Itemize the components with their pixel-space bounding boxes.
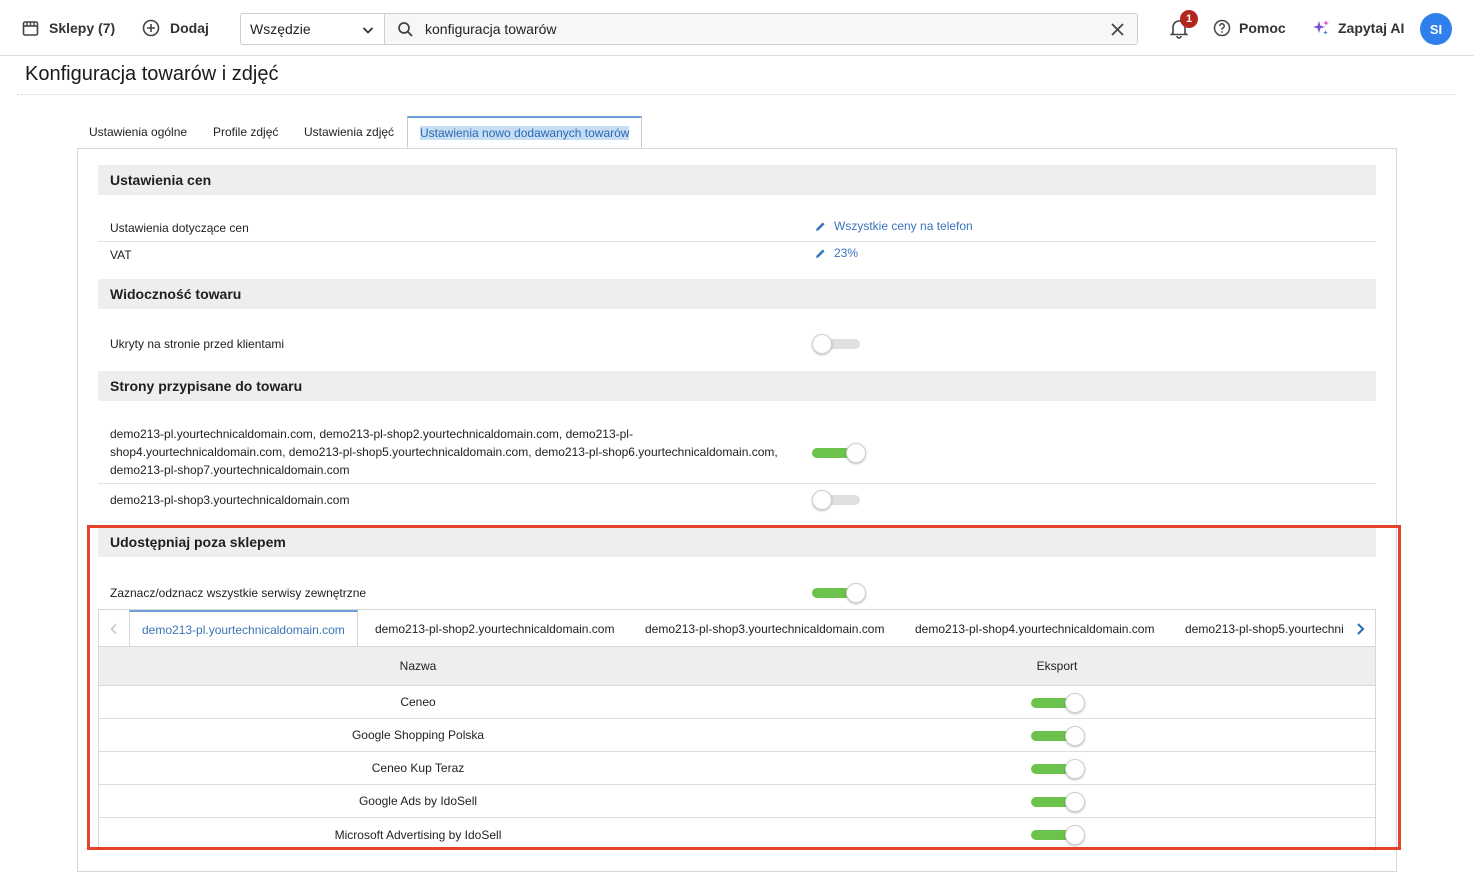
plus-circle-icon: [142, 19, 160, 37]
section-header-visibility: Widoczność towaru: [98, 279, 1376, 309]
pages-row-1-line: demo213-pl.yourtechnicaldomain.com, demo…: [110, 427, 633, 441]
shop-tab-shop3[interactable]: demo213-pl-shop3.yourtechnicaldomain.com: [645, 610, 884, 647]
shop-tab-shop5[interactable]: demo213-pl-shop5.yourtechni: [1185, 610, 1344, 647]
help-icon: [1213, 19, 1231, 37]
export-table: Nazwa Eksport Ceneo Google Shopping Pols…: [98, 646, 1376, 851]
ask-ai-label: Zapytaj AI: [1338, 20, 1405, 36]
tab-new-products-settings[interactable]: Ustawienia nowo dodawanych towarów: [407, 116, 643, 148]
table-row: Ceneo Kup Teraz: [99, 752, 1375, 785]
tab-label: Ustawienia nowo dodawanych towarów: [420, 125, 630, 140]
section-header-share: Udostępniaj poza sklepem: [98, 527, 1376, 557]
chevron-right-icon[interactable]: [1355, 622, 1365, 636]
shop-tab-label: demo213-pl.yourtechnicaldomain.com: [142, 622, 345, 637]
hidden-label: Ukryty na stronie przed klientami: [110, 337, 285, 351]
pages-row-2-toggle[interactable]: [812, 489, 862, 511]
avatar[interactable]: SI: [1420, 13, 1452, 45]
search-input[interactable]: konfiguracja towarów: [384, 13, 1138, 45]
table-row: Google Ads by IdoSell: [99, 785, 1375, 818]
toggle-knob: [1065, 825, 1085, 845]
tab-label: Ustawienia ogólne: [89, 125, 188, 139]
row-name: Google Shopping Polska: [351, 728, 485, 742]
row-divider: [98, 241, 1376, 242]
toggle-knob: [1065, 693, 1085, 713]
tab-label: Profile zdjęć: [213, 125, 279, 139]
toggle-knob: [1065, 759, 1085, 779]
title-divider: [17, 94, 1455, 95]
shop-tab-label: demo213-pl-shop3.yourtechnicaldomain.com: [645, 621, 885, 636]
vat-label: VAT: [110, 248, 132, 262]
search-value: konfiguracja towarów: [425, 21, 557, 37]
toggle-knob: [846, 583, 866, 603]
chevron-left-icon[interactable]: [109, 623, 119, 635]
export-toggle[interactable]: [1031, 791, 1085, 813]
notification-badge: 1: [1180, 10, 1198, 28]
header-export: Eksport: [1036, 659, 1078, 673]
shop-tab-main[interactable]: demo213-pl.yourtechnicaldomain.com: [129, 610, 358, 647]
table-header: Nazwa Eksport: [99, 646, 1375, 686]
row-name: Microsoft Advertising by IdoSell: [334, 827, 502, 842]
row-divider: [98, 483, 1376, 484]
export-toggle[interactable]: [1031, 692, 1085, 714]
hidden-toggle[interactable]: [812, 333, 862, 355]
shop-tab-label: demo213-pl-shop4.yourtechnicaldomain.com: [915, 621, 1155, 636]
shops-label: Sklepy (7): [49, 20, 116, 36]
row-name: Google Ads by IdoSell: [358, 794, 478, 808]
toggle-knob: [846, 443, 866, 463]
shop-tab-label: demo213-pl-shop5.yourtechni: [1185, 621, 1344, 636]
scope-select[interactable]: Wszędzie: [240, 13, 385, 45]
pages-row-1-line: shop4.yourtechnicaldomain.com, demo213-p…: [110, 445, 778, 459]
scope-select-value: Wszędzie: [250, 21, 311, 37]
pages-row-1-toggle[interactable]: [812, 442, 866, 464]
shop-tab-shop4[interactable]: demo213-pl-shop4.yourtechnicaldomain.com: [915, 610, 1154, 647]
pages-row-1-line: demo213-pl-shop7.yourtechnicaldomain.com: [110, 463, 350, 477]
table-row: Microsoft Advertising by IdoSell: [99, 818, 1375, 851]
price-settings-value-text: Wszystkie ceny na telefon: [834, 219, 973, 233]
search-icon: [398, 22, 413, 37]
export-toggle[interactable]: [1031, 758, 1085, 780]
table-row: Google Shopping Polska: [99, 719, 1375, 752]
add-label: Dodaj: [170, 20, 209, 36]
section-header-prices: Ustawienia cen: [98, 165, 1376, 195]
pencil-icon: [816, 248, 825, 258]
price-settings-label: Ustawienia dotyczące cen: [110, 221, 249, 235]
export-toggle[interactable]: [1031, 824, 1085, 846]
shop-tab-label: demo213-pl-shop2.yourtechnicaldomain.com: [375, 621, 615, 636]
toggle-knob: [1065, 792, 1085, 812]
add-button[interactable]: Dodaj: [142, 0, 209, 56]
toggle-knob: [812, 334, 832, 354]
ask-ai-button[interactable]: Zapytaj AI: [1312, 0, 1404, 56]
vat-value-text: 23%: [834, 246, 859, 260]
tab-general-settings[interactable]: Ustawienia ogólne: [89, 116, 187, 148]
toggle-knob: [812, 490, 832, 510]
select-all-toggle[interactable]: [812, 582, 866, 604]
export-toggle[interactable]: [1031, 725, 1085, 747]
sparkle-icon: [1313, 20, 1329, 35]
shop-tab-shop2[interactable]: demo213-pl-shop2.yourtechnicaldomain.com: [375, 610, 614, 647]
vat-value[interactable]: 23%: [815, 246, 858, 260]
select-all-label: Zaznacz/odznacz wszystkie serwisy zewnęt…: [110, 586, 367, 600]
tab-label: Ustawienia zdjęć: [304, 125, 395, 139]
tab-photo-profiles[interactable]: Profile zdjęć: [213, 116, 278, 148]
table-row: Ceneo: [99, 686, 1375, 719]
row-name: Ceneo: [400, 695, 436, 709]
tab-photo-settings[interactable]: Ustawienia zdjęć: [304, 116, 394, 148]
toggle-knob: [1065, 726, 1085, 746]
chevron-down-icon: [362, 27, 374, 34]
help-label: Pomoc: [1239, 20, 1286, 36]
price-settings-value[interactable]: Wszystkie ceny na telefon: [815, 219, 973, 233]
page-title: Konfiguracja towarów i zdjęć: [25, 63, 279, 85]
shop-tabs: demo213-pl.yourtechnicaldomain.com demo2…: [98, 609, 1376, 647]
section-header-pages: Strony przypisane do towaru: [98, 371, 1376, 401]
help-button[interactable]: Pomoc: [1213, 0, 1286, 56]
pencil-icon: [816, 221, 825, 231]
header-name: Nazwa: [399, 659, 437, 673]
row-name: Ceneo Kup Teraz: [371, 761, 465, 775]
store-icon: [22, 20, 39, 36]
shops-button[interactable]: Sklepy (7): [22, 0, 115, 56]
close-icon[interactable]: [1110, 22, 1125, 37]
top-bar: Sklepy (7) Dodaj Wszędzie konfiguracja t…: [0, 0, 1474, 56]
pages-row-1-label: demo213-pl.yourtechnicaldomain.com, demo…: [110, 425, 778, 479]
pages-row-2-label: demo213-pl-shop3.yourtechnicaldomain.com: [110, 493, 350, 507]
